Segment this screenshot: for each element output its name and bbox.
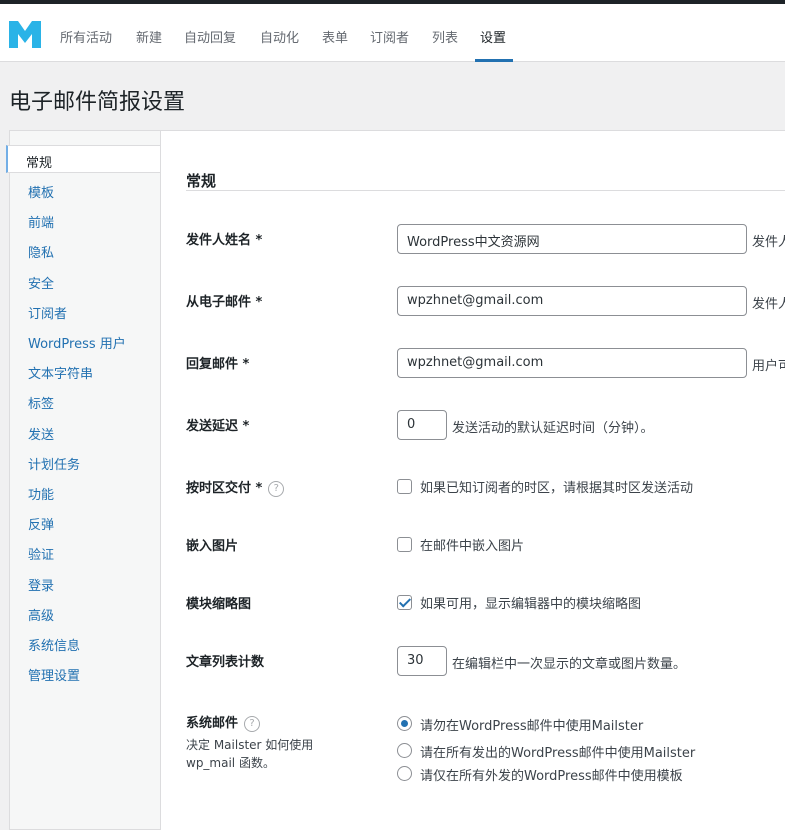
system-mail-radio-1[interactable] — [397, 743, 412, 758]
sidebar-item-delivery[interactable]: 发送 — [28, 424, 54, 443]
system-mail-radio-2[interactable] — [397, 766, 412, 781]
send-delay-input[interactable]: 0 — [397, 410, 447, 440]
sidebar-item-security[interactable]: 安全 — [28, 273, 54, 292]
sidebar-item-general[interactable]: 常规 — [6, 145, 162, 173]
settings-sidebar: 常规 模板 前端 隐私 安全 订阅者 WordPress 用户 文本字符串 标签… — [6, 130, 162, 830]
post-count-label: 文章列表计数 — [186, 655, 265, 670]
nav-subscribers[interactable]: 订阅者 — [370, 27, 409, 46]
sidebar-item-authentication[interactable]: 验证 — [28, 544, 54, 563]
sidebar-item-logging[interactable]: 登录 — [28, 575, 54, 594]
help-icon[interactable]: ? — [244, 715, 261, 732]
from-email-label: 从电子邮件 * — [186, 295, 263, 310]
sidebar-item-capabilities[interactable]: 功能 — [28, 484, 54, 503]
system-mail-sub: 决定 Mailster 如何使用 wp_mail 函数。 — [186, 738, 314, 770]
timezone-desc: 如果已知订阅者的时区，请根据其时区发送活动 — [420, 481, 694, 496]
system-mail-radio-0[interactable] — [397, 716, 412, 731]
reply-to-label: 回复邮件 * — [186, 357, 250, 372]
section-heading: 常规 — [186, 172, 217, 190]
sidebar-item-template[interactable]: 模板 — [28, 182, 54, 201]
active-tab-indicator — [475, 59, 513, 62]
send-delay-label: 发送延迟 * — [186, 419, 250, 434]
page-title: 电子邮件简报设置 — [9, 90, 186, 115]
system-mail-option-2: 请仅在所有外发的WordPress邮件中使用模板 — [420, 769, 683, 784]
nav-lists[interactable]: 列表 — [432, 27, 458, 46]
module-thumbs-label: 模块缩略图 — [186, 597, 252, 612]
system-mail-label: 系统邮件? — [186, 712, 261, 732]
sidebar-item-tags[interactable]: 标签 — [28, 393, 54, 412]
help-icon[interactable]: ? — [268, 480, 285, 497]
sidebar-item-frontend[interactable]: 前端 — [28, 212, 54, 231]
sidebar-item-text-strings[interactable]: 文本字符串 — [28, 363, 93, 382]
sidebar-item-cron[interactable]: 计划任务 — [28, 454, 80, 473]
send-delay-desc: 发送活动的默认延迟时间（分钟）。 — [452, 421, 654, 436]
nav-all-campaigns[interactable]: 所有活动 — [60, 27, 112, 46]
from-name-input[interactable]: WordPress中文资源网 — [397, 224, 747, 254]
system-mail-option-1: 请在所有发出的WordPress邮件中使用Mailster — [420, 746, 696, 761]
from-name-label: 发件人姓名 * — [186, 233, 263, 248]
reply-to-desc: 用户可 — [752, 359, 785, 374]
post-count-input[interactable]: 30 — [397, 646, 447, 676]
sidebar-item-manage-settings[interactable]: 管理设置 — [28, 665, 80, 684]
sidebar-item-privacy[interactable]: 隐私 — [28, 242, 54, 261]
timezone-checkbox[interactable] — [397, 479, 412, 494]
system-mail-label-text: 系统邮件 — [186, 716, 239, 731]
from-email-input[interactable]: wpzhnet@gmail.com — [397, 286, 747, 316]
mailster-logo-icon[interactable] — [9, 21, 41, 48]
nav-settings[interactable]: 设置 — [480, 27, 506, 46]
from-email-desc: 发件人 — [752, 297, 785, 312]
timezone-label-text: 按时区交付 * — [186, 481, 263, 496]
post-count-desc: 在编辑栏中一次显示的文章或图片数量。 — [452, 657, 687, 672]
reply-to-input[interactable]: wpzhnet@gmail.com — [397, 348, 747, 378]
sidebar-item-advanced[interactable]: 高级 — [28, 605, 54, 624]
module-thumbs-desc: 如果可用，显示编辑器中的模块缩略图 — [420, 597, 642, 612]
sidebar-item-system-info[interactable]: 系统信息 — [28, 635, 80, 654]
divider — [186, 190, 785, 191]
system-mail-option-0: 请勿在WordPress邮件中使用Mailster — [420, 719, 644, 734]
embed-images-checkbox[interactable] — [397, 537, 412, 552]
module-thumbs-checkbox[interactable] — [397, 595, 412, 610]
sidebar-item-wp-users[interactable]: WordPress 用户 — [28, 333, 126, 352]
sidebar-item-subscribers[interactable]: 订阅者 — [28, 303, 67, 322]
embed-images-desc: 在邮件中嵌入图片 — [420, 539, 525, 554]
nav-new[interactable]: 新建 — [136, 27, 162, 46]
sidebar-item-bounce[interactable]: 反弹 — [28, 514, 54, 533]
nav-autoresponders[interactable]: 自动回复 — [184, 27, 236, 46]
timezone-label: 按时区交付 *? — [186, 477, 285, 497]
top-nav: 所有活动 新建 自动回复 自动化 表单 订阅者 列表 设置 — [0, 4, 785, 62]
embed-images-label: 嵌入图片 — [186, 539, 239, 554]
nav-forms[interactable]: 表单 — [322, 27, 348, 46]
nav-automation[interactable]: 自动化 — [260, 27, 299, 46]
from-name-desc: 发件人 — [752, 235, 785, 250]
